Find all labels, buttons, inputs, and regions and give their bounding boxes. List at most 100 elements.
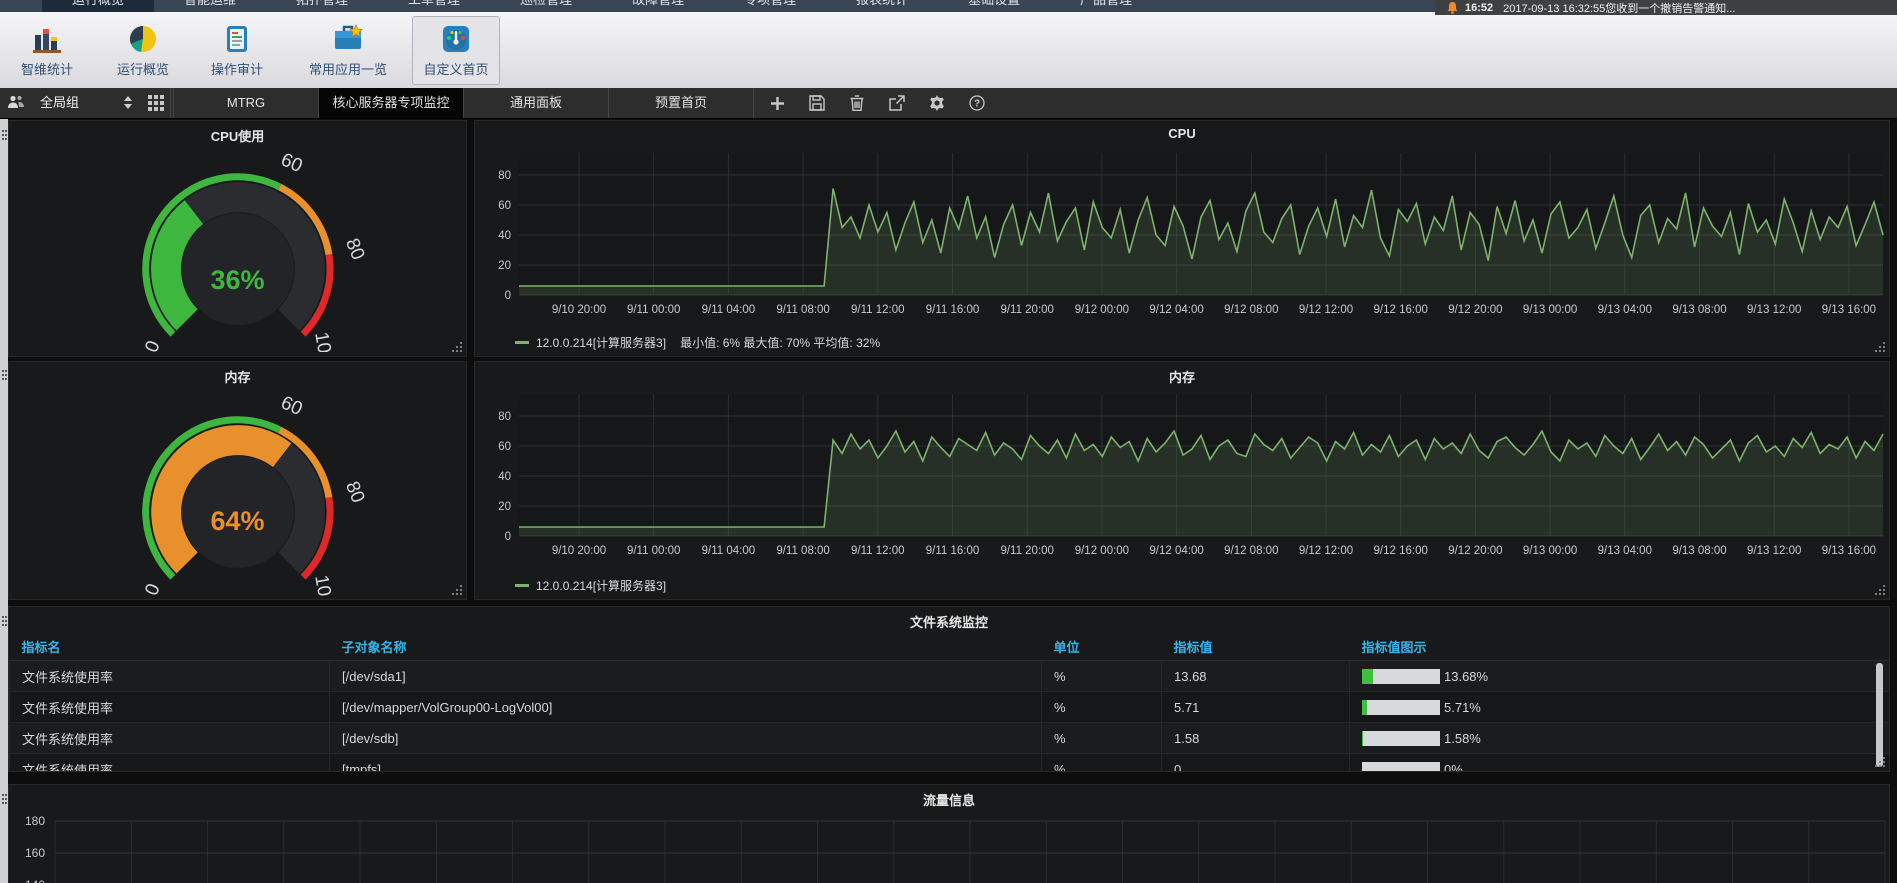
table-cell-bar-gauge: 1.58% bbox=[1350, 723, 1891, 754]
svg-text:9/12 00:00: 9/12 00:00 bbox=[1075, 304, 1129, 316]
row3-drag-handle[interactable] bbox=[2, 616, 4, 618]
toolbar-item-1[interactable]: 运行概览 bbox=[100, 16, 186, 85]
menu-item-1[interactable]: 智能运维 bbox=[154, 0, 266, 12]
settings-icon[interactable] bbox=[917, 88, 957, 118]
table-cell: % bbox=[1042, 754, 1162, 773]
table-scrollbar[interactable] bbox=[1876, 663, 1883, 767]
legend-stats: 最小值: 6% 最大值: 70% 平均值: 32% bbox=[680, 334, 880, 351]
toast-time: 16:52 bbox=[1465, 2, 1493, 14]
bar-gauge-fill bbox=[1362, 731, 1363, 746]
mem-chart-legend[interactable]: 12.0.0.214[计算服务器3] bbox=[515, 577, 666, 594]
menu-item-3[interactable]: 工单管理 bbox=[378, 0, 490, 12]
table-cell: 1.58 bbox=[1162, 723, 1350, 754]
svg-text:180: 180 bbox=[25, 814, 45, 828]
menu-item-0[interactable]: 运行概览 bbox=[42, 0, 154, 12]
legend-swatch bbox=[515, 584, 529, 587]
table-row-0: 文件系统使用率[/dev/sda1]%13.6813.68% bbox=[10, 661, 1891, 692]
export-icon[interactable] bbox=[877, 88, 917, 118]
mem-line-chart: 9/10 20:009/11 00:009/11 04:009/11 08:00… bbox=[475, 386, 1890, 570]
menu-item-5[interactable]: 故障管理 bbox=[602, 0, 714, 12]
panel-resize-handle[interactable] bbox=[1883, 350, 1885, 352]
svg-text:9/12 00:00: 9/12 00:00 bbox=[1075, 545, 1129, 557]
svg-text:40: 40 bbox=[498, 471, 511, 483]
bar-gauge-track bbox=[1362, 762, 1440, 773]
layout-grid-icon[interactable] bbox=[148, 95, 164, 111]
menu-item-2[interactable]: 拓扑管理 bbox=[266, 0, 378, 12]
svg-text:100: 100 bbox=[310, 331, 336, 352]
group-select[interactable]: 全局组 bbox=[28, 88, 152, 118]
dashboard-tab-0[interactable]: MTRG bbox=[173, 88, 319, 118]
panel-title-mem-gauge[interactable]: 内存 bbox=[9, 367, 466, 386]
select-spinner-arrows[interactable] bbox=[124, 96, 133, 110]
bar-gauge-label: 13.68% bbox=[1444, 669, 1488, 684]
menu-item-4[interactable]: 巡检管理 bbox=[490, 0, 602, 12]
dashboard-tab-3[interactable]: 预置首页 bbox=[609, 88, 754, 118]
bar-gauge-fill bbox=[1362, 700, 1367, 715]
row4-drag-handle[interactable] bbox=[2, 794, 4, 796]
menu-item-7[interactable]: 报表统计 bbox=[826, 0, 938, 12]
panel-title-filesystem[interactable]: 文件系统监控 bbox=[9, 612, 1889, 631]
panel-title-cpu-chart[interactable]: CPU bbox=[475, 126, 1889, 141]
svg-text:0: 0 bbox=[141, 338, 164, 352]
svg-text:9/12 16:00: 9/12 16:00 bbox=[1374, 545, 1428, 557]
shortcut-toolbar: 智维统计运行概览操作审计常用应用一览自定义首页 bbox=[0, 12, 1897, 89]
menu-item-8[interactable]: 基础设置 bbox=[938, 0, 1050, 12]
svg-text:9/13 08:00: 9/13 08:00 bbox=[1672, 545, 1726, 557]
table-cell: 文件系统使用率 bbox=[10, 692, 330, 723]
table-header-1[interactable]: 子对象名称 bbox=[330, 633, 1042, 661]
toolbar-item-4[interactable]: 自定义首页 bbox=[412, 16, 500, 85]
bar-gauge-track bbox=[1362, 669, 1440, 684]
toolbar-item-2[interactable]: 操作审计 bbox=[194, 16, 280, 85]
table-header-4[interactable]: 指标值图示 bbox=[1350, 633, 1891, 661]
table-row-1: 文件系统使用率[/dev/mapper/VolGroup00-LogVol00]… bbox=[10, 692, 1891, 723]
menu-item-6[interactable]: 专项管理 bbox=[714, 0, 826, 12]
svg-text:9/13 16:00: 9/13 16:00 bbox=[1822, 545, 1876, 557]
menu-item-9[interactable]: 产品管理 bbox=[1050, 0, 1162, 12]
svg-text:40: 40 bbox=[498, 230, 511, 242]
row1-drag-handle[interactable] bbox=[2, 130, 4, 132]
panel-drag-strip[interactable] bbox=[0, 118, 8, 883]
table-header-0[interactable]: 指标名 bbox=[10, 633, 330, 661]
panel-cpu-chart: CPU 9/10 20:009/11 00:009/11 04:009/11 0… bbox=[474, 120, 1890, 357]
custom-home-icon bbox=[440, 23, 472, 55]
panel-resize-handle[interactable] bbox=[460, 350, 462, 352]
audit-icon bbox=[221, 23, 253, 55]
svg-text:9/11 12:00: 9/11 12:00 bbox=[851, 304, 905, 316]
help-icon[interactable]: ? bbox=[957, 88, 997, 118]
mem-gauge-value: 64% bbox=[9, 506, 466, 537]
save-icon[interactable] bbox=[797, 88, 837, 118]
table-cell-bar-gauge: 5.71% bbox=[1350, 692, 1891, 723]
svg-text:0: 0 bbox=[141, 581, 164, 596]
svg-text:80: 80 bbox=[498, 170, 511, 182]
svg-text:9/11 00:00: 9/11 00:00 bbox=[627, 304, 681, 316]
group-people-icon[interactable] bbox=[7, 95, 25, 109]
cpu-chart-legend[interactable]: 12.0.0.214[计算服务器3] 最小值: 6% 最大值: 70% 平均值:… bbox=[515, 334, 880, 351]
table-header-2[interactable]: 单位 bbox=[1042, 633, 1162, 661]
add-icon[interactable] bbox=[757, 88, 797, 118]
delete-icon[interactable] bbox=[837, 88, 877, 118]
row2-drag-handle[interactable] bbox=[2, 370, 4, 372]
panel-resize-handle[interactable] bbox=[1883, 765, 1885, 767]
table-header-3[interactable]: 指标值 bbox=[1162, 633, 1350, 661]
table-row-2: 文件系统使用率[/dev/sdb]%1.581.58% bbox=[10, 723, 1891, 754]
svg-text:9/11 04:00: 9/11 04:00 bbox=[702, 304, 756, 316]
panel-title-cpu-gauge[interactable]: CPU使用 bbox=[9, 126, 466, 145]
toolbar-item-3[interactable]: 常用应用一览 bbox=[296, 16, 400, 85]
svg-text:9/11 08:00: 9/11 08:00 bbox=[776, 304, 830, 316]
svg-text:9/13 04:00: 9/13 04:00 bbox=[1598, 545, 1652, 557]
panel-resize-handle[interactable] bbox=[460, 593, 462, 595]
dashboard-tab-2[interactable]: 通用面板 bbox=[464, 88, 609, 118]
svg-text:100: 100 bbox=[310, 574, 336, 596]
table-cell-bar-gauge: 0% bbox=[1350, 754, 1891, 773]
table-cell: 13.68 bbox=[1162, 661, 1350, 692]
panel-title-traffic[interactable]: 流量信息 bbox=[9, 790, 1889, 809]
toolbar-item-0[interactable]: 智维统计 bbox=[4, 16, 90, 85]
panel-resize-handle[interactable] bbox=[1883, 593, 1885, 595]
bar-gauge-fill bbox=[1362, 669, 1373, 684]
notification-toast[interactable]: 16:52 2017-09-13 16:32:55您收到一个撤销告警通知... bbox=[1435, 0, 1897, 15]
svg-text:9/11 00:00: 9/11 00:00 bbox=[627, 545, 681, 557]
panel-title-mem-chart[interactable]: 内存 bbox=[475, 367, 1889, 386]
svg-text:9/11 16:00: 9/11 16:00 bbox=[926, 545, 980, 557]
dashboard-tab-1[interactable]: 核心服务器专项监控 bbox=[319, 88, 464, 118]
svg-text:9/12 08:00: 9/12 08:00 bbox=[1224, 304, 1278, 316]
